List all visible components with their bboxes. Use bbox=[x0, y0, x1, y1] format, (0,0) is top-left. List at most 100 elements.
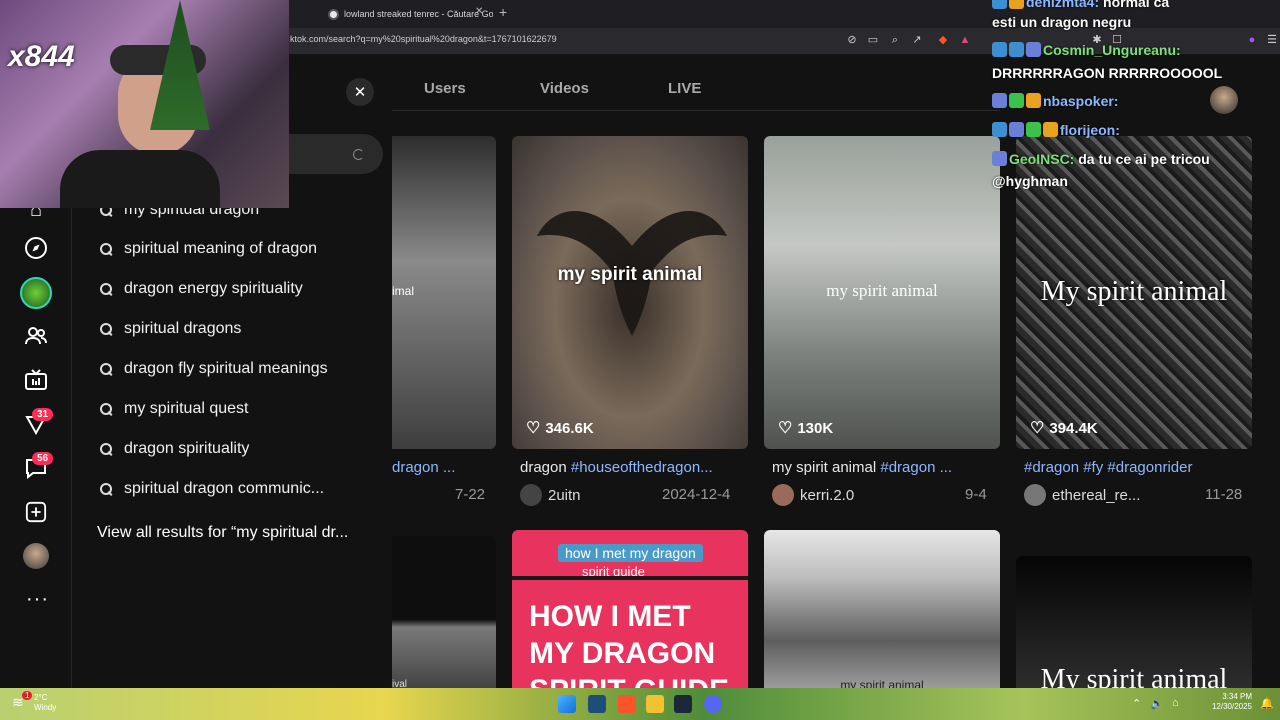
video-card[interactable]: imal bbox=[392, 136, 496, 449]
activity-badge: 31 bbox=[32, 408, 54, 421]
heart-icon: ♡ bbox=[526, 420, 541, 437]
chat-message: nbaspoker: bbox=[992, 93, 1118, 109]
chat-badge-icon bbox=[992, 93, 1007, 108]
tabs-divider bbox=[392, 110, 1000, 111]
rewards-icon[interactable]: ▲ bbox=[958, 33, 972, 47]
view-all-results-link[interactable]: View all results for “my spiritual dr... bbox=[97, 524, 348, 542]
chat-badge-icon bbox=[1026, 42, 1041, 57]
author-avatar bbox=[1024, 484, 1046, 506]
windows-start-icon[interactable] bbox=[558, 695, 576, 713]
suggestion-item[interactable]: spiritual meaning of dragon bbox=[100, 234, 317, 264]
search-icon bbox=[100, 242, 113, 256]
video-author[interactable]: ethereal_re... bbox=[1024, 484, 1140, 506]
chat-badge-icon bbox=[1009, 122, 1024, 137]
explore-compass-icon[interactable] bbox=[23, 235, 49, 261]
chat-badge-icon bbox=[992, 122, 1007, 137]
video-author[interactable]: kerri.2.0 bbox=[772, 484, 854, 506]
suggestion-label: spiritual dragon communic... bbox=[124, 480, 325, 497]
video-date: 2024-12-4 bbox=[662, 486, 731, 503]
video-overlay-text: My spirit animal bbox=[1040, 664, 1228, 688]
new-tab-button[interactable]: + bbox=[499, 4, 507, 20]
video-overlay-text: my spirit animal bbox=[826, 281, 938, 300]
suggestion-item[interactable]: dragon energy spirituality bbox=[100, 274, 303, 304]
tab-close-button[interactable]: ✕ bbox=[475, 6, 483, 17]
video-overlay-text: ival bbox=[392, 679, 408, 688]
suggestion-label: spiritual dragons bbox=[124, 320, 242, 337]
video-card[interactable]: my spirit animal ♡ 130K bbox=[764, 136, 1000, 449]
chat-badge-icon bbox=[1009, 93, 1024, 108]
live-tv-icon[interactable] bbox=[23, 367, 49, 393]
heart-icon: ♡ bbox=[1030, 420, 1045, 437]
chat-message: DRRRRRRAGON RRRRROOOOOL bbox=[992, 65, 1223, 81]
heart-icon: ♡ bbox=[778, 420, 793, 437]
video-description[interactable]: dragon ... bbox=[392, 459, 496, 476]
chat-badge-icon bbox=[1026, 93, 1041, 108]
menu-icon[interactable]: ☰ bbox=[1265, 33, 1279, 47]
chat-badge-icon bbox=[992, 0, 1007, 9]
video-card[interactable]: how I met my dragon spirit guide HOW I M… bbox=[512, 530, 748, 688]
search-icon bbox=[100, 442, 113, 456]
chat-message: denizmta4: normal ca bbox=[992, 0, 1169, 10]
search-icon bbox=[100, 282, 113, 296]
chat-badge-icon bbox=[1009, 42, 1024, 57]
video-card[interactable]: my spirit animal bbox=[764, 530, 1000, 688]
system-clock[interactable]: 3:34 PM 12/30/2025 bbox=[1208, 692, 1252, 712]
video-description[interactable]: my spirit animal #dragon ... bbox=[772, 459, 994, 476]
share-icon[interactable]: ↗ bbox=[910, 33, 924, 47]
suggestion-item[interactable]: my spiritual quest bbox=[100, 394, 249, 424]
author-avatar bbox=[520, 484, 542, 506]
steam-icon[interactable] bbox=[674, 695, 692, 713]
tab-videos[interactable]: Videos bbox=[540, 80, 589, 97]
friends-icon[interactable] bbox=[23, 323, 49, 349]
chat-badge-icon bbox=[1009, 0, 1024, 9]
tray-chevron-icon[interactable]: ⌃ bbox=[1132, 697, 1141, 710]
suggestion-item[interactable]: dragon fly spiritual meanings bbox=[100, 354, 328, 384]
volume-icon[interactable]: 🔈 bbox=[1150, 697, 1164, 710]
upload-plus-icon[interactable] bbox=[23, 499, 49, 525]
brave-browser-icon[interactable] bbox=[618, 695, 636, 713]
brave-shield-icon[interactable]: ◆ bbox=[936, 33, 950, 47]
cast-icon[interactable]: ▭ bbox=[866, 33, 880, 47]
like-count: ♡ 346.6K bbox=[526, 419, 594, 438]
search-icon bbox=[100, 482, 113, 496]
tab-live[interactable]: LIVE bbox=[668, 80, 701, 97]
close-search-button[interactable]: ✕ bbox=[346, 78, 374, 106]
weather-widget[interactable]: 2°C Windy bbox=[34, 693, 56, 713]
google-favicon-icon bbox=[328, 8, 339, 20]
video-description[interactable]: #dragon #fy #dragonrider bbox=[1024, 459, 1252, 476]
suggestion-label: dragon energy spirituality bbox=[124, 280, 303, 297]
task-view-icon[interactable] bbox=[588, 695, 606, 713]
video-date: 9-4 bbox=[965, 486, 987, 503]
suggestion-item[interactable]: dragon spirituality bbox=[100, 434, 249, 464]
author-avatar bbox=[772, 484, 794, 506]
windows-taskbar bbox=[0, 688, 1280, 720]
suggestion-item[interactable]: spiritual dragons bbox=[100, 314, 241, 344]
profile-avatar[interactable] bbox=[23, 543, 49, 569]
reader-mode-icon[interactable]: ⊘ bbox=[845, 33, 859, 47]
video-card[interactable]: My spirit animal bbox=[1016, 556, 1252, 688]
chat-badge-icon bbox=[992, 151, 1007, 166]
zoom-icon[interactable]: ⌕ bbox=[888, 33, 902, 47]
browser-tab[interactable]: lowland streaked tenrec - Căutare Google bbox=[328, 4, 493, 24]
url-text[interactable]: ktok.com/search?q=my%20spiritual%20drago… bbox=[290, 34, 557, 44]
video-author[interactable]: 2uitn bbox=[520, 484, 581, 506]
video-overlay-text: imal bbox=[392, 284, 415, 298]
chat-message: GeoINSC: da tu ce ai pe tricou bbox=[992, 151, 1210, 167]
suggestion-item[interactable]: spiritual dragon communic... bbox=[100, 474, 324, 504]
video-card[interactable]: my spirit animal ♡ 346.6K bbox=[512, 136, 748, 449]
notifications-icon[interactable]: 🔔 bbox=[1260, 697, 1274, 710]
video-card[interactable]: ival bbox=[392, 536, 496, 688]
chat-message: florijeon: bbox=[992, 122, 1120, 138]
following-avatar[interactable] bbox=[20, 277, 52, 309]
file-explorer-icon[interactable] bbox=[646, 695, 664, 713]
chat-badge-icon bbox=[1043, 122, 1058, 137]
tab-users[interactable]: Users bbox=[424, 80, 466, 97]
network-icon[interactable]: ⌂ bbox=[1172, 697, 1179, 709]
video-description[interactable]: dragon #houseofthedragon... bbox=[520, 459, 742, 476]
more-menu-icon[interactable]: ··· bbox=[26, 588, 49, 611]
profile-icon[interactable]: ● bbox=[1245, 33, 1259, 47]
discord-icon[interactable] bbox=[704, 695, 722, 713]
video-overlay-text: My spirit animal bbox=[1040, 276, 1228, 307]
chat-message: @hyghman bbox=[992, 173, 1068, 189]
video-overlay-text: my spirit animal bbox=[840, 678, 924, 688]
